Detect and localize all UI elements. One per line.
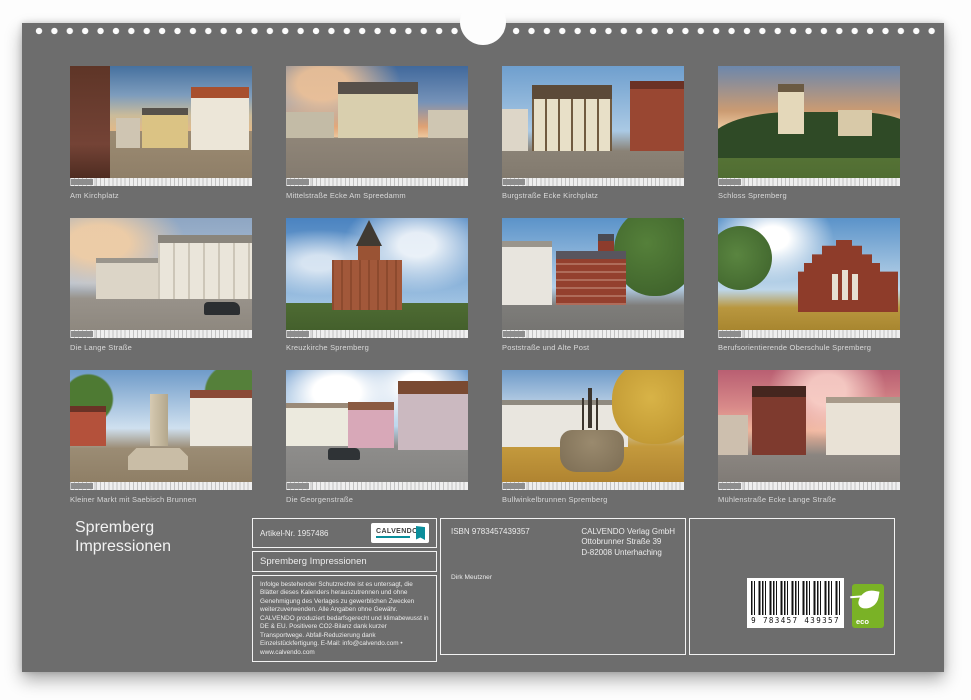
mini-calendar-strip — [718, 178, 900, 186]
legal-cell: Infolge bestehender Schutzrechte ist es … — [252, 575, 437, 662]
thumbnail-photo — [286, 218, 468, 330]
month-thumbnail: Mittelstraße Ecke Am Spreedamm — [286, 66, 468, 201]
calendar-title-small: Spremberg Impressionen — [260, 556, 367, 567]
mini-calendar-strip — [286, 482, 468, 490]
eco-label: eco — [856, 617, 869, 626]
calvendo-logo-text: CALVENDO — [376, 528, 418, 535]
month-thumbnail: Schloss Spremberg — [718, 66, 900, 201]
logo-accent-bar — [376, 536, 410, 538]
month-thumbnail: Am Kirchplatz — [70, 66, 252, 201]
thumbnail-photo — [286, 66, 468, 178]
thumbnail-photo — [502, 218, 684, 330]
month-thumbnail: Poststraße und Alte Post — [502, 218, 684, 353]
mini-calendar-strip — [286, 178, 468, 186]
legal-text: Infolge bestehender Schutzrechte ist es … — [260, 581, 429, 656]
thumbnail-caption: Kleiner Markt mit Saebisch Brunnen — [70, 495, 252, 504]
thumbnail-photo — [70, 218, 252, 330]
calendar-title: Spremberg Impressionen — [75, 519, 193, 557]
thumbnail-photo — [718, 370, 900, 482]
month-thumbnail: Burgstraße Ecke Kirchplatz — [502, 66, 684, 201]
mini-calendar-strip — [502, 482, 684, 490]
leaf-icon — [857, 588, 879, 610]
thumbnail-caption: Poststraße und Alte Post — [502, 343, 684, 352]
calendar-back-page: Am Kirchplatz Mittelstraße Ecke Am Spree… — [22, 23, 944, 672]
mini-calendar-strip — [502, 178, 684, 186]
thumbnail-photo — [502, 66, 684, 178]
isbn-text: ISBN 9783457439357 — [451, 527, 530, 536]
info-middle-column: ISBN 9783457439357 CALVENDO Verlag GmbH … — [440, 518, 686, 655]
thumbnail-caption: Am Kirchplatz — [70, 191, 252, 200]
article-number: Artikel-Nr. 1957486 — [260, 529, 328, 538]
author-name: Dirk Meutzner — [451, 574, 675, 581]
mini-calendar-strip — [70, 482, 252, 490]
thumbnail-caption: Schloss Spremberg — [718, 191, 900, 200]
mini-calendar-strip — [286, 330, 468, 338]
mini-calendar-strip — [70, 178, 252, 186]
info-right-column: 9 783457 439357 eco — [689, 518, 895, 655]
title-cell: Spremberg Impressionen — [252, 551, 437, 572]
month-thumbnail: Bullwinkelbrunnen Spremberg — [502, 370, 684, 505]
publisher-line: CALVENDO Verlag GmbH — [581, 527, 675, 537]
month-thumbnail: Kleiner Markt mit Saebisch Brunnen — [70, 370, 252, 505]
thumbnail-caption: Die Lange Straße — [70, 343, 252, 352]
thumbnail-photo — [502, 370, 684, 482]
month-thumbnail: Mühlenstraße Ecke Lange Straße — [718, 370, 900, 505]
article-number-cell: Artikel-Nr. 1957486 CALVENDO — [252, 518, 437, 548]
thumbnail-caption: Bullwinkelbrunnen Spremberg — [502, 495, 684, 504]
publisher-line: D-82008 Unterhaching — [581, 548, 675, 558]
publisher-address: CALVENDO Verlag GmbH Ottobrunner Straße … — [581, 527, 675, 558]
thumbnail-photo — [286, 370, 468, 482]
barcode-bars — [751, 581, 840, 615]
thumbnail-caption: Mühlenstraße Ecke Lange Straße — [718, 495, 900, 504]
thumbnail-photo — [718, 66, 900, 178]
thumbnail-caption: Kreuzkirche Spremberg — [286, 343, 468, 352]
thumbnail-photo — [718, 218, 900, 330]
month-thumbnail: Die Lange Straße — [70, 218, 252, 353]
publisher-line: Ottobrunner Straße 39 — [581, 537, 675, 547]
thumbnail-caption: Burgstraße Ecke Kirchplatz — [502, 191, 684, 200]
calvendo-logo: CALVENDO — [371, 523, 429, 543]
month-thumbnail: Kreuzkirche Spremberg — [286, 218, 468, 353]
calendar-flip-icon — [416, 526, 425, 540]
month-thumbnail: Berufsorientierende Oberschule Spremberg — [718, 218, 900, 353]
month-thumbnails-grid: Am Kirchplatz Mittelstraße Ecke Am Spree… — [70, 66, 900, 505]
publisher-info-panel: Artikel-Nr. 1957486 CALVENDO Spremberg I… — [252, 518, 895, 655]
thumbnail-photo — [70, 370, 252, 482]
thumbnail-caption: Berufsorientierende Oberschule Spremberg — [718, 343, 900, 352]
thumbnail-caption: Mittelstraße Ecke Am Spreedamm — [286, 191, 468, 200]
product-photo-background: Am Kirchplatz Mittelstraße Ecke Am Spree… — [0, 0, 971, 700]
info-left-column: Artikel-Nr. 1957486 CALVENDO Spremberg I… — [252, 518, 437, 655]
eco-badge: eco — [852, 584, 884, 628]
thumbnail-photo — [70, 66, 252, 178]
mini-calendar-strip — [502, 330, 684, 338]
barcode: 9 783457 439357 — [747, 578, 844, 628]
mini-calendar-strip — [70, 330, 252, 338]
barcode-number: 9 783457 439357 — [751, 616, 840, 625]
thumbnail-caption: Die Georgenstraße — [286, 495, 468, 504]
mini-calendar-strip — [718, 482, 900, 490]
mini-calendar-strip — [718, 330, 900, 338]
month-thumbnail: Die Georgenstraße — [286, 370, 468, 505]
hanger-hole — [460, 0, 506, 45]
